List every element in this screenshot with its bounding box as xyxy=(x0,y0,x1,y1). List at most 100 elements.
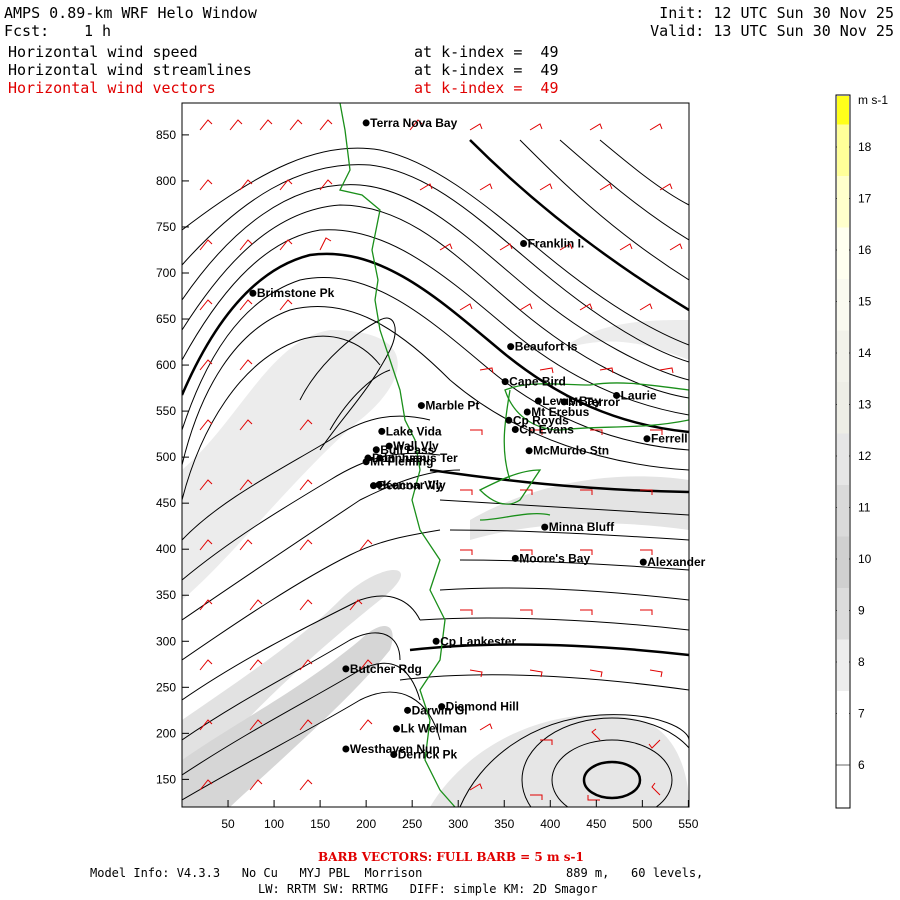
colorbar-swatch xyxy=(837,330,849,382)
y-tick-label: 500 xyxy=(156,450,176,464)
colorbar-swatch xyxy=(837,279,849,331)
station-marker xyxy=(639,558,647,566)
colorbar-label: 12 xyxy=(858,449,872,463)
station-label: Beaufort Is xyxy=(515,340,578,354)
colorbar-swatch xyxy=(837,124,849,176)
station-marker xyxy=(505,416,513,424)
station-label: Alexander xyxy=(647,555,705,569)
colorbar-swatch xyxy=(837,176,849,228)
station-marker xyxy=(432,637,440,645)
station-marker xyxy=(370,482,378,490)
y-tick-label: 800 xyxy=(156,174,176,188)
y-tick-label: 150 xyxy=(156,772,176,786)
station-label: Diamond Hill xyxy=(446,700,519,714)
station-label: Cp Evans xyxy=(519,423,574,437)
colorbar-swatch xyxy=(837,639,849,691)
station-marker xyxy=(390,751,398,759)
x-tick-label: 250 xyxy=(402,817,422,831)
y-tick-label: 250 xyxy=(156,680,176,694)
colorbar-label: 13 xyxy=(858,398,872,412)
x-tick-label: 150 xyxy=(310,817,330,831)
station-marker xyxy=(404,706,412,714)
station-label: Mt Erebus xyxy=(531,405,589,419)
station-label: Linnaeus Ter xyxy=(384,451,458,465)
station-label: Cp Lankester xyxy=(440,634,516,648)
station-label: Lake Vida xyxy=(386,424,442,438)
colorbar-label: 8 xyxy=(858,655,865,669)
station-marker xyxy=(376,454,384,462)
x-tick-label: 400 xyxy=(540,817,560,831)
colorbar-unit: m s-1 xyxy=(858,93,888,107)
station-label: Laurie xyxy=(621,388,657,402)
x-tick-label: 550 xyxy=(678,817,698,831)
colorbar-label: 11 xyxy=(858,501,871,515)
station-label: Cape Bird xyxy=(509,375,566,389)
station-label: Franklin I. xyxy=(528,237,585,251)
colorbar-swatch xyxy=(837,227,849,279)
colorbar-label: 6 xyxy=(858,758,865,772)
colorbar-label: 7 xyxy=(858,707,865,721)
y-tick-label: 350 xyxy=(156,588,176,602)
station-label: Marble Pt xyxy=(425,399,479,413)
station-marker xyxy=(417,402,425,410)
model-info: Model Info: V4.3.3 No Cu MYJ PBL Morriso… xyxy=(90,866,423,880)
y-tick-label: 700 xyxy=(156,266,176,280)
station-label: McMurdo Stn xyxy=(533,444,609,458)
station-marker xyxy=(393,725,401,733)
station-marker xyxy=(511,426,519,434)
station-marker xyxy=(249,289,257,297)
x-tick-label: 50 xyxy=(221,817,235,831)
station-label: Brimstone Pk xyxy=(257,286,335,300)
colorbar-label: 18 xyxy=(858,140,872,154)
y-tick-label: 400 xyxy=(156,542,176,556)
colorbar-label: 14 xyxy=(858,346,872,360)
y-tick-label: 750 xyxy=(156,220,176,234)
station-label: Derrick Pk xyxy=(398,748,458,762)
colorbar-swatch xyxy=(837,588,849,640)
colorbar: m s-1 18 17 16 15 14 13 12 11 10 9 8 7 6 xyxy=(835,93,888,809)
station-marker xyxy=(525,447,533,455)
station-marker xyxy=(501,378,509,386)
station-label: Terra Nova Bay xyxy=(370,116,457,130)
colorbar-swatch xyxy=(837,433,849,485)
station-marker xyxy=(643,435,651,443)
y-tick-label: 200 xyxy=(156,726,176,740)
y-axis: 850 800 750 700 650 600 550 500 450 400 350 300 250 2… xyxy=(156,128,189,786)
station-marker xyxy=(362,119,370,127)
y-tick-label: 450 xyxy=(156,496,176,510)
y-tick-label: 300 xyxy=(156,634,176,648)
colorbar-label: 9 xyxy=(858,604,865,618)
station-marker xyxy=(342,665,350,673)
station-label: Lk Wellman xyxy=(401,722,467,736)
x-tick-label: 500 xyxy=(632,817,652,831)
x-tick-label: 300 xyxy=(448,817,468,831)
station-label: Butcher Rdg xyxy=(350,662,422,676)
x-tick-label: 200 xyxy=(356,817,376,831)
station-marker xyxy=(507,343,515,351)
y-tick-label: 650 xyxy=(156,312,176,326)
station-label: Minna Bluff xyxy=(549,520,615,534)
x-tick-label: 450 xyxy=(586,817,606,831)
colorbar-label: 16 xyxy=(858,243,872,257)
station-marker xyxy=(342,745,350,753)
station-marker xyxy=(541,523,549,531)
colorbar-label: 10 xyxy=(858,552,872,566)
colorbar-label: 17 xyxy=(858,192,872,206)
station-marker xyxy=(523,408,531,416)
station-marker xyxy=(511,554,519,562)
colorbar-label: 15 xyxy=(858,295,872,309)
colorbar-swatch xyxy=(837,536,849,588)
y-tick-label: 850 xyxy=(156,128,176,142)
colorbar-swatch xyxy=(837,485,849,537)
x-tick-label: 350 xyxy=(494,817,514,831)
x-tick-label: 100 xyxy=(264,817,284,831)
station-label: Beacon Vly xyxy=(378,479,443,493)
station-marker xyxy=(378,427,386,435)
model-physics: LW: RRTM SW: RRTMG DIFF: simple KM: 2D S… xyxy=(258,882,598,896)
colorbar-swatch xyxy=(837,382,849,434)
station-marker xyxy=(520,240,528,248)
station-label: Ferrell xyxy=(651,432,688,446)
station-marker xyxy=(438,703,446,711)
colorbar-swatch xyxy=(837,691,849,743)
model-resolution: 889 m, 60 levels, xyxy=(566,866,704,880)
